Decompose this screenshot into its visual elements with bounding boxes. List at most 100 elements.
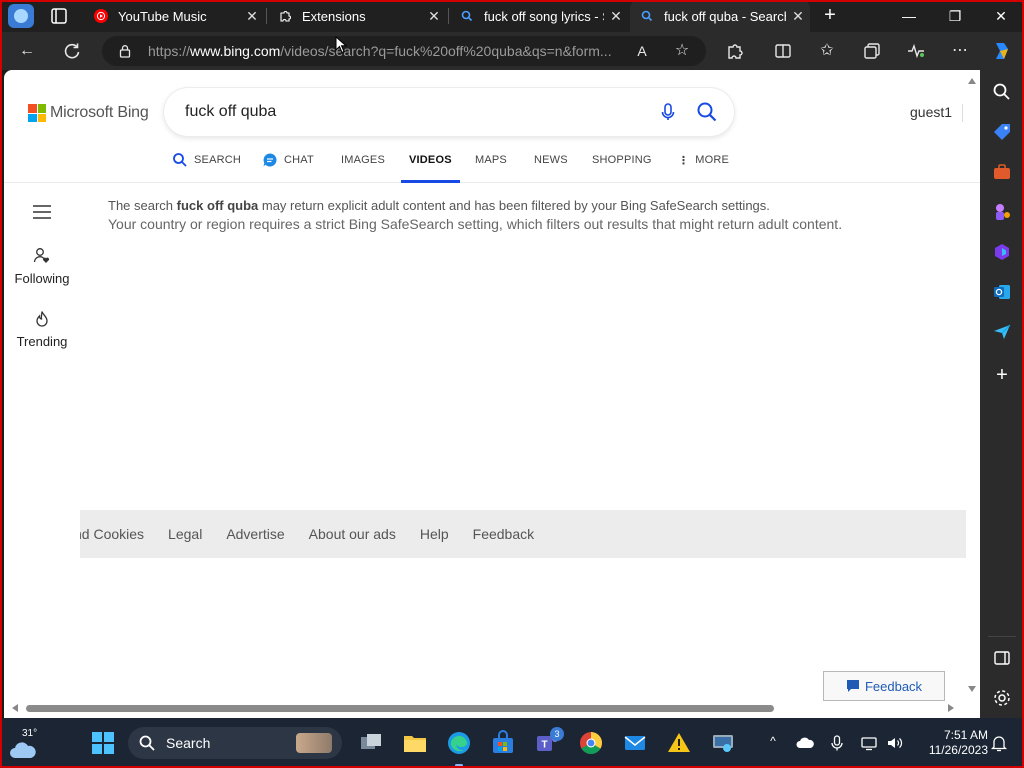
close-tab-icon[interactable]: ✕ [422, 8, 446, 25]
signed-in-user[interactable]: guest1 [910, 104, 952, 120]
search-input[interactable]: fuck off quba [185, 103, 658, 121]
tab-current-search[interactable]: fuck off quba - Search ✕ [630, 0, 810, 32]
feedback-chat-icon [846, 680, 859, 692]
footer-link-feedback[interactable]: Feedback [473, 526, 534, 542]
file-explorer-icon[interactable] [402, 730, 428, 756]
extensions-icon[interactable] [724, 40, 746, 62]
remote-desktop-icon[interactable] [710, 730, 736, 756]
back-icon[interactable]: ← [16, 40, 38, 62]
address-bar[interactable]: https://www.bing.com/videos/search?q=fuc… [102, 36, 706, 66]
task-view-icon[interactable] [358, 730, 384, 756]
tab-actions-icon[interactable] [48, 6, 70, 26]
browser-essentials-icon[interactable] [905, 40, 927, 62]
feedback-button[interactable]: Feedback [823, 671, 945, 701]
system-clock[interactable]: 7:51 AM 11/26/2023 [912, 728, 988, 758]
footer-link-advertise[interactable]: Advertise [226, 526, 284, 542]
nav-following[interactable]: Following [4, 247, 80, 286]
scrollbar-thumb[interactable] [26, 705, 774, 712]
settings-gear-icon[interactable] [991, 687, 1013, 709]
tab-youtube-music[interactable]: YouTube Music ✕ [84, 0, 264, 32]
copilot-chat-icon [263, 153, 277, 167]
split-screen-icon[interactable] [772, 40, 794, 62]
search-icon[interactable] [991, 81, 1013, 103]
games-icon[interactable] [991, 201, 1013, 223]
page-viewport: Microsoft Bing fuck off quba guest1 SEAR… [4, 70, 980, 718]
add-sidebar-app-icon[interactable]: + [991, 364, 1013, 386]
shopping-tag-icon[interactable] [991, 121, 1013, 143]
footer-link-legal[interactable]: Legal [168, 526, 202, 542]
restore-button[interactable]: ❐ [932, 0, 978, 32]
drop-send-icon[interactable] [991, 321, 1013, 343]
show-hidden-icons-icon[interactable]: ^ [764, 734, 782, 752]
outlook-icon[interactable] [991, 281, 1013, 303]
scroll-down-arrow-icon[interactable] [967, 684, 977, 694]
scroll-right-arrow-icon[interactable] [948, 704, 954, 712]
hide-sidebar-icon[interactable] [991, 647, 1013, 669]
lock-icon[interactable] [118, 44, 132, 58]
warning-app-icon[interactable] [666, 730, 692, 756]
tab-shopping[interactable]: SHOPPING [592, 150, 652, 183]
nav-trending[interactable]: Trending [4, 310, 80, 349]
search-highlight-image [296, 733, 332, 753]
following-icon [33, 248, 50, 263]
tab-strip: YouTube Music ✕ Extensions ✕ fuck off so… [0, 0, 1024, 32]
tools-briefcase-icon[interactable] [991, 161, 1013, 183]
teams-notification-badge: 3 [550, 727, 564, 741]
favorite-star-icon[interactable]: ☆ [671, 40, 693, 62]
tab-images[interactable]: IMAGES [341, 150, 385, 183]
tab-extensions[interactable]: Extensions ✕ [268, 0, 446, 32]
footer-link-help[interactable]: Help [420, 526, 449, 542]
microphone-tray-icon[interactable] [828, 734, 846, 752]
tab-maps[interactable]: MAPS [475, 150, 507, 183]
tab-videos[interactable]: VIDEOS [401, 150, 460, 183]
tab-news[interactable]: NEWS [534, 150, 568, 183]
minimize-button[interactable]: — [886, 0, 932, 32]
microsoft-store-icon[interactable] [490, 730, 516, 756]
weather-widget[interactable]: 31° [8, 726, 40, 760]
chrome-icon[interactable] [578, 730, 604, 756]
windows-start-icon[interactable] [90, 730, 116, 756]
more-menu-icon[interactable]: ⋯ [949, 40, 971, 62]
copilot-icon[interactable] [990, 39, 1014, 63]
svg-text:T: T [541, 740, 547, 751]
active-app-indicator [455, 764, 463, 767]
edge-browser-icon[interactable] [446, 730, 472, 756]
sidebar-divider [988, 636, 1016, 637]
microsoft-365-icon[interactable] [991, 241, 1013, 263]
scope-nav: SEARCH CHAT IMAGES VIDEOS MAPS NEWS SHOP… [4, 150, 980, 183]
profile-button[interactable] [8, 4, 34, 28]
bing-logo[interactable]: Microsoft Bing [28, 104, 149, 122]
close-tab-icon[interactable]: ✕ [786, 8, 810, 25]
new-tab-button[interactable]: + [818, 4, 842, 28]
close-tab-icon[interactable]: ✕ [240, 8, 264, 25]
hamburger-menu-icon[interactable] [33, 205, 51, 219]
footer-link-about-ads[interactable]: About our ads [309, 526, 396, 542]
tab-search[interactable]: SEARCH [172, 150, 241, 183]
tab-chat[interactable]: CHAT [262, 150, 314, 183]
notifications-bell-icon[interactable] [990, 734, 1008, 752]
safesearch-notice: The search fuck off quba may return expl… [108, 196, 842, 234]
onedrive-cloud-icon[interactable] [796, 734, 814, 752]
horizontal-scrollbar[interactable] [4, 700, 966, 716]
mail-icon[interactable] [622, 730, 648, 756]
volume-icon[interactable] [886, 734, 904, 752]
footer-link-cookies[interactable]: nd Cookies [80, 526, 144, 542]
favorites-icon[interactable]: ✩ [816, 40, 838, 62]
refresh-icon[interactable] [61, 40, 83, 62]
close-tab-icon[interactable]: ✕ [604, 8, 628, 25]
close-window-button[interactable]: ✕ [978, 0, 1024, 32]
scroll-left-arrow-icon[interactable] [12, 704, 18, 712]
microphone-icon[interactable] [658, 102, 678, 122]
temperature: 31° [22, 728, 38, 739]
clock-time: 7:51 AM [943, 728, 988, 742]
tab-lyrics-search[interactable]: fuck off song lyrics - S ✕ [450, 0, 628, 32]
read-aloud-icon[interactable]: A [631, 40, 653, 62]
taskbar-search[interactable]: Search [128, 727, 342, 759]
network-icon[interactable] [860, 734, 878, 752]
scroll-up-arrow-icon[interactable] [967, 76, 977, 86]
search-submit-icon[interactable] [696, 101, 718, 123]
collections-icon[interactable] [861, 40, 883, 62]
search-box[interactable]: fuck off quba [164, 88, 734, 136]
tab-title: fuck off quba - Search [664, 8, 786, 24]
tab-more[interactable]: ⋮ MORE [678, 150, 729, 183]
